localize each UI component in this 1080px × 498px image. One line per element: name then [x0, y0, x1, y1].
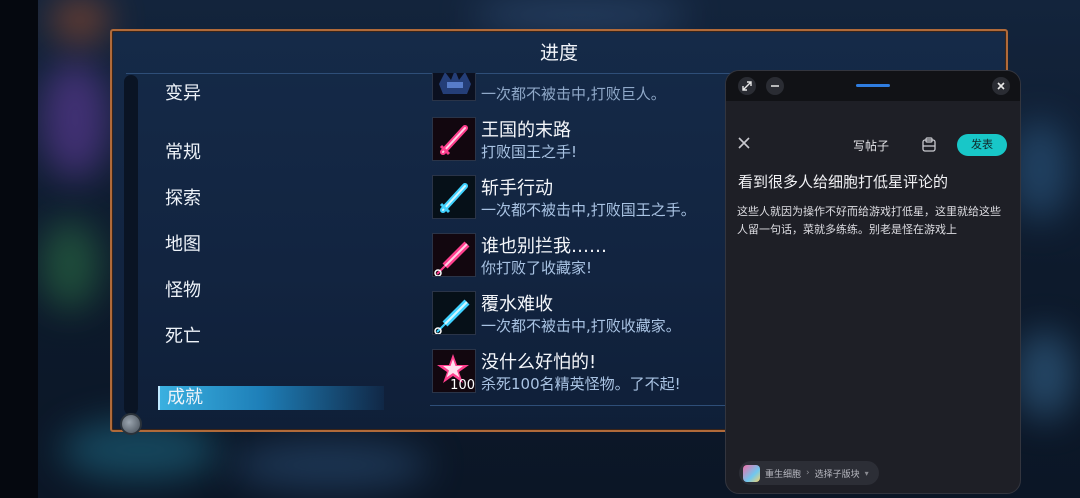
section-placeholder: 选择子版块	[814, 469, 860, 480]
category-mutations[interactable]: 变异	[165, 81, 201, 107]
blue-sword-icon	[432, 175, 476, 219]
achievement-desc: 你打败了收藏家!	[481, 259, 593, 277]
resize-icon[interactable]	[738, 77, 756, 95]
achievement-desc: 一次都不被击中,打败收藏家。	[481, 317, 681, 335]
chevron-right-icon: ›	[806, 468, 810, 478]
close-icon[interactable]	[736, 135, 752, 156]
achievement-name: 覆水难收	[481, 294, 553, 315]
publish-button[interactable]: 发表	[957, 134, 1007, 156]
drag-handle[interactable]	[856, 84, 890, 87]
achievement-name: 没什么好怕的!	[481, 352, 597, 373]
post-title: 写帖子	[853, 139, 890, 153]
blue-syringe-icon	[432, 291, 476, 335]
pink-sword-icon	[432, 117, 476, 161]
pink-syringe-icon	[432, 233, 476, 277]
post-heading-input[interactable]: 看到很多人给细胞打低星评论的	[738, 171, 948, 192]
close-window-icon[interactable]	[992, 77, 1010, 95]
category-deaths[interactable]: 死亡	[165, 324, 201, 350]
post-body-input[interactable]: 这些人就因为操作不好而给游戏打低星，这里就给这些人留一句话，菜就多练练。别老是怪…	[737, 203, 1007, 239]
drafts-icon[interactable]	[921, 137, 937, 153]
category-map[interactable]: 地图	[165, 232, 201, 258]
forum-name: 重生细胞	[765, 469, 802, 480]
achievement-name: 王国的末路	[481, 120, 571, 141]
boss-icon	[432, 73, 476, 101]
panel-topbar	[726, 71, 1020, 101]
achievement-badge: 100	[450, 378, 475, 393]
achievement-name: 斩手行动	[481, 178, 553, 199]
category-achievements[interactable]: 成就	[158, 386, 384, 410]
scroll-knob[interactable]	[120, 413, 142, 435]
achievement-name: 谁也别拦我……	[481, 236, 607, 257]
screen-edge	[0, 0, 38, 498]
section-selector[interactable]: 重生细胞 › 选择子版块 ▾	[739, 461, 879, 485]
achievement-desc: 一次都不被击中,打败国王之手。	[481, 201, 696, 219]
post-compose-panel: 写帖子 发表 看到很多人给细胞打低星评论的 这些人就因为操作不好而给游戏打低星，…	[725, 70, 1021, 494]
star-icon: 100	[432, 349, 476, 393]
category-general[interactable]: 常规	[165, 140, 201, 166]
chevron-down-icon: ▾	[864, 468, 869, 478]
category-scrollbar[interactable]	[124, 75, 138, 415]
window-title: 进度	[539, 42, 578, 64]
achievement-desc: 打败国王之手!	[481, 143, 578, 161]
minimize-icon[interactable]	[766, 77, 784, 95]
category-monsters[interactable]: 怪物	[165, 278, 201, 304]
achievement-desc: 杀死100名精英怪物。了不起!	[481, 375, 681, 393]
achievement-desc: 一次都不被击中,打败巨人。	[481, 85, 666, 103]
forum-avatar	[743, 464, 760, 482]
category-exploration[interactable]: 探索	[165, 186, 201, 212]
